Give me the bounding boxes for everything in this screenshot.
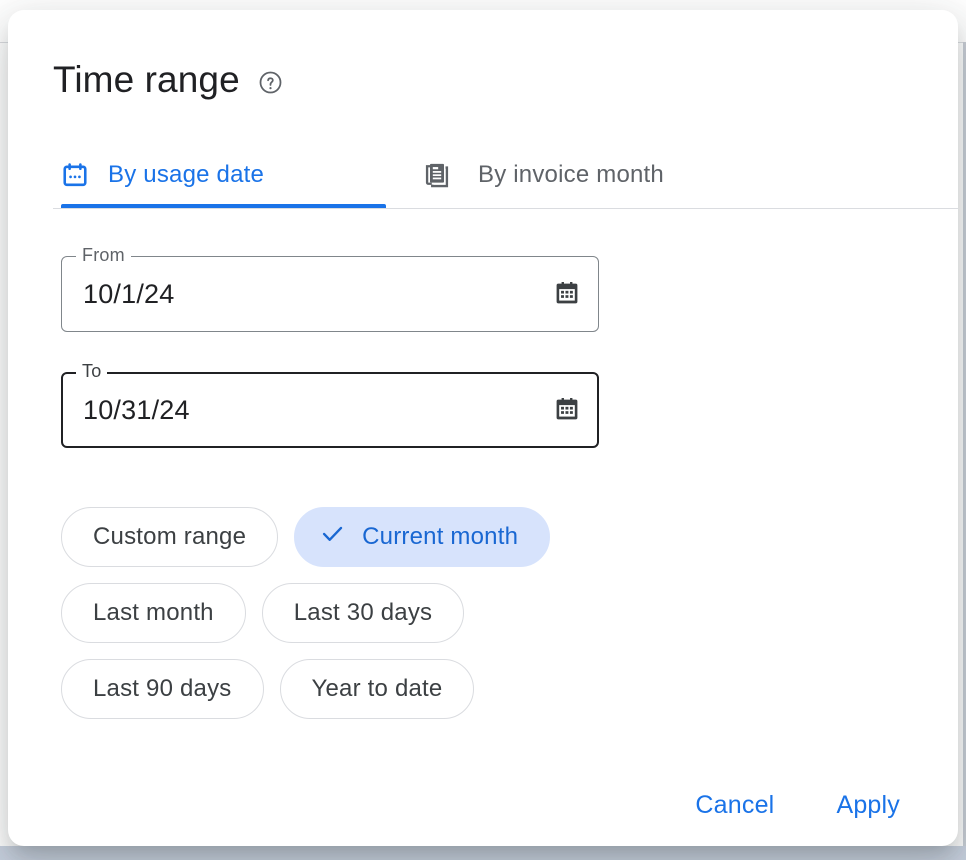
to-date-field[interactable]: To (61, 372, 599, 448)
preset-range-chip-group: Custom range Current month Last month Last … (61, 507, 681, 719)
chip-label: Last month (93, 599, 214, 627)
help-circle-icon[interactable] (258, 65, 283, 95)
background-strip-bottom (0, 846, 966, 860)
invoice-document-icon (423, 161, 451, 189)
to-field-label: To (76, 361, 107, 382)
to-calendar-picker-button[interactable] (548, 391, 586, 429)
chip-label: Year to date (312, 675, 443, 703)
from-date-input[interactable] (83, 278, 503, 310)
calendar-picker-icon (554, 396, 580, 425)
chip-year-to-date[interactable]: Year to date (280, 659, 475, 719)
chip-label: Last 90 days (93, 675, 232, 703)
dialog-header: Time range (53, 58, 283, 102)
tab-bar-divider (53, 208, 958, 209)
time-range-dialog: Time range By usage date (8, 10, 958, 846)
chip-custom-range[interactable]: Custom range (61, 507, 278, 567)
to-date-input[interactable] (83, 394, 503, 426)
from-calendar-picker-button[interactable] (548, 275, 586, 313)
cancel-button[interactable]: Cancel (685, 782, 784, 828)
dialog-actions: Cancel Apply (685, 782, 910, 828)
tab-active-indicator (61, 204, 386, 208)
chip-current-month[interactable]: Current month (294, 507, 550, 567)
tab-bar: By usage date By invoice month (53, 142, 958, 210)
tab-by-invoice-month[interactable]: By invoice month (423, 142, 664, 208)
page-title: Time range (53, 58, 240, 102)
tab-label-by-invoice-month: By invoice month (478, 161, 664, 189)
from-date-field[interactable]: From (61, 256, 599, 332)
from-field-label: From (76, 245, 131, 266)
chip-last-month[interactable]: Last month (61, 583, 246, 643)
calendar-icon (61, 161, 89, 189)
tab-by-usage-date[interactable]: By usage date (61, 142, 264, 208)
calendar-picker-icon (554, 280, 580, 309)
chip-label: Custom range (93, 523, 246, 551)
chip-last-90-days[interactable]: Last 90 days (61, 659, 264, 719)
chip-last-30-days[interactable]: Last 30 days (262, 583, 465, 643)
chip-label: Current month (362, 523, 518, 551)
check-icon (319, 520, 346, 554)
tab-label-by-usage-date: By usage date (108, 161, 264, 189)
apply-button[interactable]: Apply (826, 782, 910, 828)
chip-label: Last 30 days (294, 599, 433, 627)
